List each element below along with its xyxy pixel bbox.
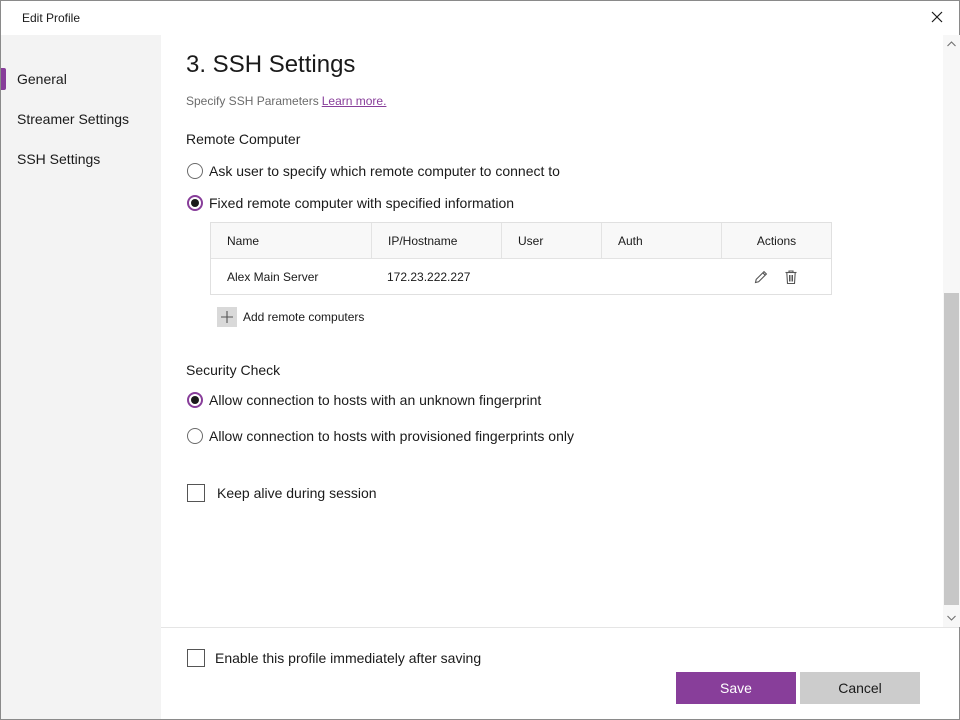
- subtitle-text: Specify SSH Parameters: [186, 94, 319, 108]
- save-button[interactable]: Save: [676, 672, 796, 704]
- edit-icon: [754, 270, 768, 283]
- cell-user: [501, 259, 601, 294]
- enable-profile-checkbox-row[interactable]: Enable this profile immediately after sa…: [187, 648, 481, 668]
- close-icon: [931, 11, 943, 23]
- title-bar: Edit Profile: [1, 1, 959, 35]
- security-check-label: Security Check: [186, 362, 281, 378]
- chevron-up-icon: [947, 41, 956, 47]
- column-header-auth[interactable]: Auth: [601, 223, 721, 258]
- radio-button[interactable]: [187, 392, 203, 408]
- cell-name: Alex Main Server: [227, 269, 319, 284]
- vertical-scrollbar[interactable]: [943, 35, 960, 627]
- window-title: Edit Profile: [22, 11, 81, 25]
- radio-ask-user[interactable]: Ask user to specify which remote compute…: [187, 161, 560, 181]
- keep-alive-checkbox-row[interactable]: Keep alive during session: [187, 483, 377, 503]
- radio-label: Ask user to specify which remote compute…: [209, 163, 560, 179]
- dialog-footer: Enable this profile immediately after sa…: [161, 627, 959, 719]
- sidebar-item-label: General: [17, 71, 67, 87]
- close-button[interactable]: [925, 7, 949, 29]
- radio-label: Allow connection to hosts with provision…: [209, 428, 574, 444]
- radio-provisioned-fingerprints[interactable]: Allow connection to hosts with provision…: [187, 426, 574, 446]
- radio-unknown-fingerprint[interactable]: Allow connection to hosts with an unknow…: [187, 390, 541, 410]
- scroll-thumb[interactable]: [944, 293, 959, 605]
- add-remote-label: Add remote computers: [243, 310, 365, 324]
- sidebar-item-label: Streamer Settings: [17, 111, 130, 127]
- radio-button[interactable]: [187, 428, 203, 444]
- learn-more-link[interactable]: Learn more.: [322, 94, 387, 108]
- radio-label: Fixed remote computer with specified inf…: [209, 195, 515, 211]
- column-header-name[interactable]: Name: [211, 223, 371, 258]
- column-header-user[interactable]: User: [501, 223, 601, 258]
- edit-profile-dialog: Edit Profile General Streamer Settings S…: [0, 0, 960, 720]
- cell-ip: 172.23.222.227: [387, 269, 471, 284]
- column-header-actions: Actions: [721, 223, 831, 258]
- plus-button[interactable]: [217, 307, 237, 327]
- radio-fixed-remote[interactable]: Fixed remote computer with specified inf…: [187, 193, 514, 213]
- column-header-ip[interactable]: IP/Hostname: [371, 223, 501, 258]
- edit-button[interactable]: [750, 266, 772, 288]
- sidebar-item-streamer-settings[interactable]: Streamer Settings: [1, 104, 161, 134]
- sidebar-item-general[interactable]: General: [1, 64, 161, 94]
- sidebar-item-ssh-settings[interactable]: SSH Settings: [1, 144, 161, 174]
- radio-button[interactable]: [187, 195, 203, 211]
- page-title: 3. SSH Settings: [186, 51, 356, 78]
- keep-alive-label: Keep alive during session: [217, 485, 377, 501]
- table-row[interactable]: Alex Main Server 172.23.222.227: [211, 259, 831, 294]
- table-header: Name IP/Hostname User Auth Actions: [211, 223, 831, 259]
- enable-profile-label: Enable this profile immediately after sa…: [215, 650, 482, 666]
- chevron-down-icon: [947, 615, 956, 621]
- enable-profile-checkbox[interactable]: [187, 649, 205, 667]
- sidebar: General Streamer Settings SSH Settings: [1, 35, 161, 719]
- delete-button[interactable]: [780, 266, 802, 288]
- sidebar-item-label: SSH Settings: [17, 151, 101, 167]
- keep-alive-checkbox[interactable]: [187, 484, 205, 502]
- main-content: 3. SSH Settings Specify SSH Parameters Le…: [161, 35, 943, 627]
- radio-label: Allow connection to hosts with an unknow…: [209, 392, 542, 408]
- remote-computers-table: Name IP/Hostname User Auth Actions Alex …: [210, 222, 832, 295]
- radio-button[interactable]: [187, 163, 203, 179]
- add-remote-computers-button[interactable]: Add remote computers: [217, 307, 364, 327]
- cell-auth: [601, 259, 721, 294]
- scroll-up-button[interactable]: [943, 37, 960, 51]
- trash-icon: [785, 269, 797, 284]
- cell-actions: [721, 259, 831, 294]
- page-subtitle: Specify SSH Parameters Learn more.: [186, 94, 386, 108]
- plus-icon: [221, 311, 233, 323]
- cancel-button[interactable]: Cancel: [800, 672, 920, 704]
- scroll-down-button[interactable]: [943, 611, 960, 625]
- remote-computer-label: Remote Computer: [186, 131, 301, 147]
